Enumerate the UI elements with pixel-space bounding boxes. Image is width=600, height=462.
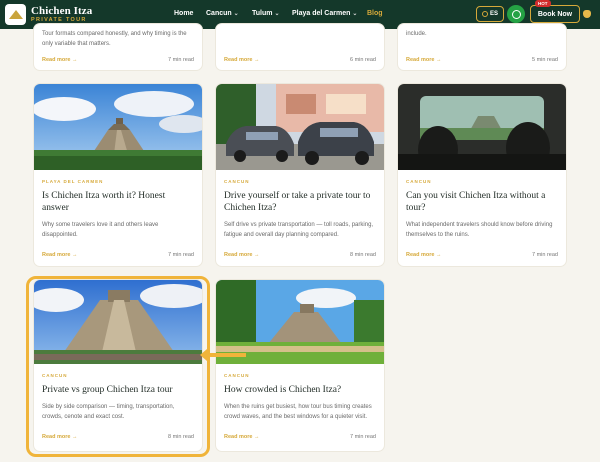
- card-category[interactable]: CANCUN: [406, 179, 558, 184]
- nav-home[interactable]: Home: [174, 10, 193, 17]
- card-excerpt: Why some travelers love it and others le…: [42, 222, 159, 238]
- card-title[interactable]: Is Chichen Itza worth it? Honest answer: [42, 190, 194, 214]
- article-card[interactable]: CANCUN Drive yourself or take a private …: [216, 84, 384, 266]
- nav-tulum-label: Tulum: [252, 10, 273, 17]
- card-category[interactable]: CANCUN: [224, 179, 376, 184]
- read-time: 6 min read: [350, 57, 376, 63]
- read-more-link[interactable]: Read more →: [224, 252, 259, 258]
- hand-pointer-icon: [583, 10, 591, 18]
- card-category[interactable]: PLAYA DEL CARMEN: [42, 179, 194, 184]
- pyramid-photo[interactable]: [34, 84, 202, 170]
- read-time: 8 min read: [168, 434, 194, 440]
- read-more-link[interactable]: Read more →: [406, 252, 441, 258]
- card-title[interactable]: Private vs group Chichen Itza tour: [42, 384, 194, 396]
- nav-cancun-label: Cancun: [206, 10, 232, 17]
- card-excerpt: Side by side comparison — timing, transp…: [42, 404, 175, 420]
- read-more-link[interactable]: Read more →: [42, 252, 77, 258]
- chevron-down-icon: ⌄: [274, 11, 280, 17]
- read-more-link[interactable]: Read more →: [42, 57, 77, 63]
- read-time: 8 min read: [350, 252, 376, 258]
- read-more-link[interactable]: Read more →: [406, 57, 441, 63]
- card-excerpt: What independent travelers should know b…: [406, 222, 553, 238]
- article-card[interactable]: Read more → 6 min read: [216, 24, 384, 70]
- card-excerpt: Tour formats compared honestly, and why …: [42, 31, 187, 47]
- whatsapp-button[interactable]: [507, 5, 525, 23]
- language-switcher[interactable]: ES: [476, 6, 504, 22]
- chevron-down-icon: ⌄: [352, 11, 358, 17]
- read-time: 7 min read: [168, 252, 194, 258]
- pointer-arrow-icon: [200, 349, 246, 361]
- nav-blog-label: Blog: [367, 10, 383, 17]
- read-time: 7 min read: [532, 252, 558, 258]
- book-now-button[interactable]: Book Now: [530, 5, 580, 23]
- card-title[interactable]: Drive yourself or take a private tour to…: [224, 190, 376, 214]
- pyramid-crowd-photo[interactable]: [34, 280, 202, 364]
- card-excerpt: When the ruins get busiest, how tour bus…: [224, 404, 372, 420]
- article-card[interactable]: CANCUN How crowded is Chichen Itza? When…: [216, 280, 384, 451]
- nav-blog[interactable]: Blog: [367, 10, 383, 17]
- article-card[interactable]: include. Read more → 5 min read: [398, 24, 566, 70]
- nav-home-label: Home: [174, 10, 194, 17]
- nav-tulum[interactable]: Tulum ⌄: [252, 10, 280, 17]
- brand-name[interactable]: Chichen Itza: [31, 5, 92, 17]
- pyramid-lawn-photo[interactable]: [216, 280, 384, 364]
- article-card[interactable]: Tour formats compared honestly, and why …: [34, 24, 202, 70]
- read-time: 7 min read: [168, 57, 194, 63]
- chevron-down-icon: ⌄: [233, 11, 239, 17]
- card-title[interactable]: Can you visit Chichen Itza without a tou…: [406, 190, 558, 214]
- card-category[interactable]: CANCUN: [224, 373, 376, 378]
- read-more-link[interactable]: Read more →: [42, 434, 77, 440]
- read-more-link[interactable]: Read more →: [224, 434, 259, 440]
- card-excerpt: include.: [406, 31, 427, 37]
- brand-tagline: PRIVATE TOUR: [31, 17, 87, 23]
- logo-icon[interactable]: [5, 4, 26, 25]
- hot-badge: HOT: [535, 0, 551, 7]
- nav-playa[interactable]: Playa del Carmen ⌄: [292, 10, 357, 17]
- article-card[interactable]: PLAYA DEL CARMEN Is Chichen Itza worth i…: [34, 84, 202, 266]
- nav-playa-label: Playa del Carmen: [292, 10, 351, 17]
- read-time: 5 min read: [532, 57, 558, 63]
- article-card[interactable]: CANCUN Can you visit Chichen Itza withou…: [398, 84, 566, 266]
- article-card-highlighted[interactable]: CANCUN Private vs group Chichen Itza tou…: [34, 280, 202, 451]
- card-title[interactable]: How crowded is Chichen Itza?: [224, 384, 376, 396]
- card-category[interactable]: CANCUN: [42, 373, 194, 378]
- read-time: 7 min read: [350, 434, 376, 440]
- cars-photo[interactable]: [216, 84, 384, 170]
- whatsapp-icon: [511, 9, 521, 19]
- card-excerpt: Self drive vs private transportation — t…: [224, 222, 374, 238]
- read-more-link[interactable]: Read more →: [224, 57, 259, 63]
- car-interior-photo[interactable]: [398, 84, 566, 170]
- globe-icon: [481, 11, 488, 17]
- nav-cancun[interactable]: Cancun ⌄: [206, 10, 239, 17]
- language-label: ES: [489, 11, 498, 17]
